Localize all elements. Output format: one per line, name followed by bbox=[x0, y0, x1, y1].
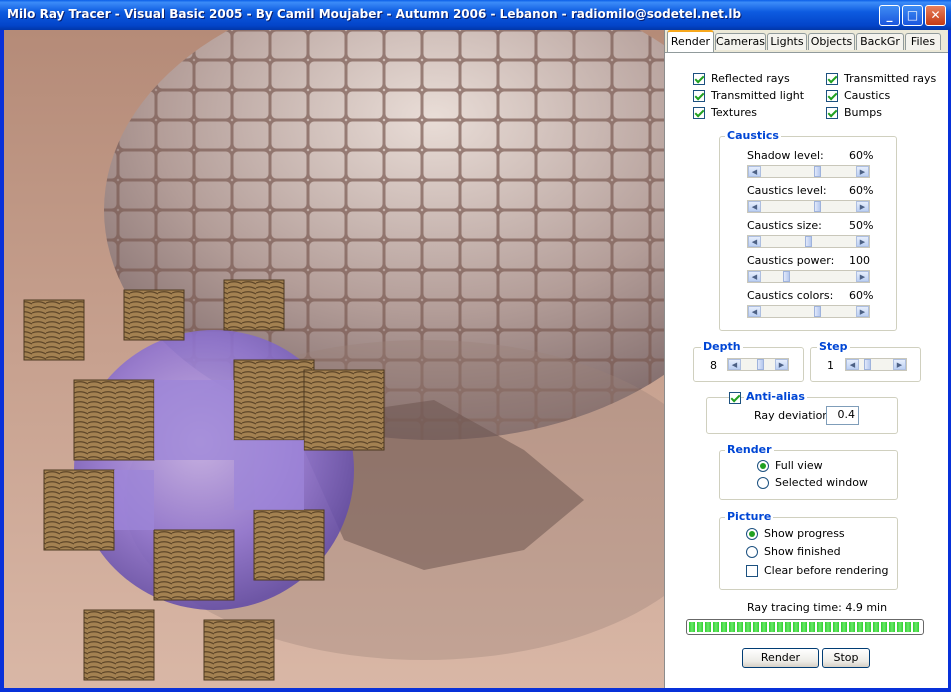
caustics-slider[interactable]: ◀ ▶ bbox=[747, 200, 870, 213]
tab-backgr[interactable]: BackGr bbox=[856, 33, 904, 50]
rendered-scene-image bbox=[4, 30, 664, 688]
step-value: 1 bbox=[827, 359, 834, 372]
slider-thumb[interactable] bbox=[805, 236, 812, 247]
stop-button[interactable]: Stop bbox=[822, 648, 870, 668]
slider-thumb[interactable] bbox=[814, 306, 821, 317]
maximize-button[interactable]: □ bbox=[902, 5, 923, 26]
clear-before-rendering-label: Clear before rendering bbox=[764, 564, 889, 577]
show-finished-label: Show finished bbox=[764, 545, 841, 558]
transmitted-light-label: Transmitted light bbox=[711, 89, 805, 102]
caustics-slider-label: Shadow level: bbox=[747, 149, 824, 162]
show-progress-label: Show progress bbox=[764, 527, 845, 540]
tab-objects[interactable]: Objects bbox=[808, 33, 855, 50]
bumps-checkbox[interactable] bbox=[826, 107, 838, 119]
ray-deviation-input[interactable]: 0.4 bbox=[826, 406, 859, 425]
ray-tracing-time: Ray tracing time: 4.9 min bbox=[747, 601, 888, 614]
app-window: Milo Ray Tracer - Visual Basic 2005 - By… bbox=[0, 0, 951, 692]
selected-window-radio[interactable] bbox=[757, 477, 769, 489]
slider-right-arrow[interactable]: ▶ bbox=[893, 359, 906, 370]
caustics-slider-value: 50% bbox=[849, 219, 874, 232]
slider-thumb[interactable] bbox=[814, 166, 821, 177]
slider-right-arrow[interactable]: ▶ bbox=[856, 166, 869, 177]
step-group-title: Step bbox=[817, 340, 850, 353]
depth-group-title: Depth bbox=[701, 340, 743, 353]
slider-thumb[interactable] bbox=[783, 271, 790, 282]
window-title: Milo Ray Tracer - Visual Basic 2005 - By… bbox=[7, 7, 742, 21]
depth-slider[interactable]: ◀ ▶ bbox=[727, 358, 789, 371]
caustics-slider-label: Caustics level: bbox=[747, 184, 827, 197]
transmitted-light-checkbox[interactable] bbox=[693, 90, 705, 102]
caustics-slider-label: Caustics power: bbox=[747, 254, 835, 267]
ray-deviation-label: Ray deviation: bbox=[754, 409, 833, 422]
slider-left-arrow[interactable]: ◀ bbox=[728, 359, 741, 370]
slider-left-arrow[interactable]: ◀ bbox=[748, 306, 761, 317]
full-view-label: Full view bbox=[775, 459, 823, 472]
render-progress-bar bbox=[686, 619, 924, 635]
slider-thumb[interactable] bbox=[814, 201, 821, 212]
anti-alias-checkbox[interactable] bbox=[729, 392, 741, 404]
step-slider[interactable]: ◀ ▶ bbox=[845, 358, 907, 371]
caustics-checkbox[interactable] bbox=[826, 90, 838, 102]
caustics-slider-value: 60% bbox=[849, 289, 874, 302]
tab-cameras[interactable]: Cameras bbox=[715, 33, 766, 50]
tab-files[interactable]: Files bbox=[905, 33, 941, 50]
caustics-slider-value: 100 bbox=[849, 254, 870, 267]
caustics-slider[interactable]: ◀ ▶ bbox=[747, 305, 870, 318]
title-bar[interactable]: Milo Ray Tracer - Visual Basic 2005 - By… bbox=[0, 0, 951, 30]
caustics-slider[interactable]: ◀ ▶ bbox=[747, 270, 870, 283]
caustics-slider[interactable]: ◀ ▶ bbox=[747, 235, 870, 248]
tab-lights[interactable]: Lights bbox=[767, 33, 807, 50]
textures-label: Textures bbox=[711, 106, 757, 119]
close-button[interactable]: ✕ bbox=[925, 5, 946, 26]
slider-thumb[interactable] bbox=[757, 359, 764, 370]
slider-left-arrow[interactable]: ◀ bbox=[748, 236, 761, 247]
render-button[interactable]: Render bbox=[742, 648, 819, 668]
progress-fill bbox=[689, 622, 921, 632]
caustics-slider[interactable]: ◀ ▶ bbox=[747, 165, 870, 178]
show-progress-radio[interactable] bbox=[746, 528, 758, 540]
caustics-slider-value: 60% bbox=[849, 184, 874, 197]
clear-before-rendering-checkbox[interactable] bbox=[746, 565, 758, 577]
slider-right-arrow[interactable]: ▶ bbox=[856, 271, 869, 282]
control-panel: Render Cameras Lights Objects BackGr Fil… bbox=[664, 30, 948, 688]
slider-thumb[interactable] bbox=[864, 359, 871, 370]
reflected-rays-checkbox[interactable] bbox=[693, 73, 705, 85]
render-canvas[interactable] bbox=[4, 30, 664, 688]
slider-right-arrow[interactable]: ▶ bbox=[775, 359, 788, 370]
caustics-label: Caustics bbox=[844, 89, 891, 102]
bumps-label: Bumps bbox=[844, 106, 882, 119]
slider-right-arrow[interactable]: ▶ bbox=[856, 236, 869, 247]
picture-group-title: Picture bbox=[725, 510, 774, 523]
render-mode-group-title: Render bbox=[725, 443, 774, 456]
selected-window-label: Selected window bbox=[775, 476, 868, 489]
transmitted-rays-label: Transmitted rays bbox=[844, 72, 937, 85]
caustics-group-title: Caustics bbox=[725, 129, 781, 142]
slider-right-arrow[interactable]: ▶ bbox=[856, 201, 869, 212]
minimize-button[interactable]: _ bbox=[879, 5, 900, 26]
caustics-slider-label: Caustics colors: bbox=[747, 289, 834, 302]
caustics-slider-value: 60% bbox=[849, 149, 874, 162]
reflected-rays-label: Reflected rays bbox=[711, 72, 790, 85]
slider-right-arrow[interactable]: ▶ bbox=[856, 306, 869, 317]
textures-checkbox[interactable] bbox=[693, 107, 705, 119]
slider-left-arrow[interactable]: ◀ bbox=[748, 201, 761, 212]
tab-strip: Render Cameras Lights Objects BackGr Fil… bbox=[665, 30, 948, 53]
show-finished-radio[interactable] bbox=[746, 546, 758, 558]
full-view-radio[interactable] bbox=[757, 460, 769, 472]
tab-render[interactable]: Render bbox=[667, 30, 714, 52]
anti-alias-label: Anti-alias bbox=[744, 390, 807, 403]
depth-value: 8 bbox=[710, 359, 717, 372]
slider-left-arrow[interactable]: ◀ bbox=[748, 271, 761, 282]
render-mode-group bbox=[719, 450, 898, 500]
transmitted-rays-checkbox[interactable] bbox=[826, 73, 838, 85]
caustics-slider-label: Caustics size: bbox=[747, 219, 822, 232]
slider-left-arrow[interactable]: ◀ bbox=[748, 166, 761, 177]
slider-left-arrow[interactable]: ◀ bbox=[846, 359, 859, 370]
